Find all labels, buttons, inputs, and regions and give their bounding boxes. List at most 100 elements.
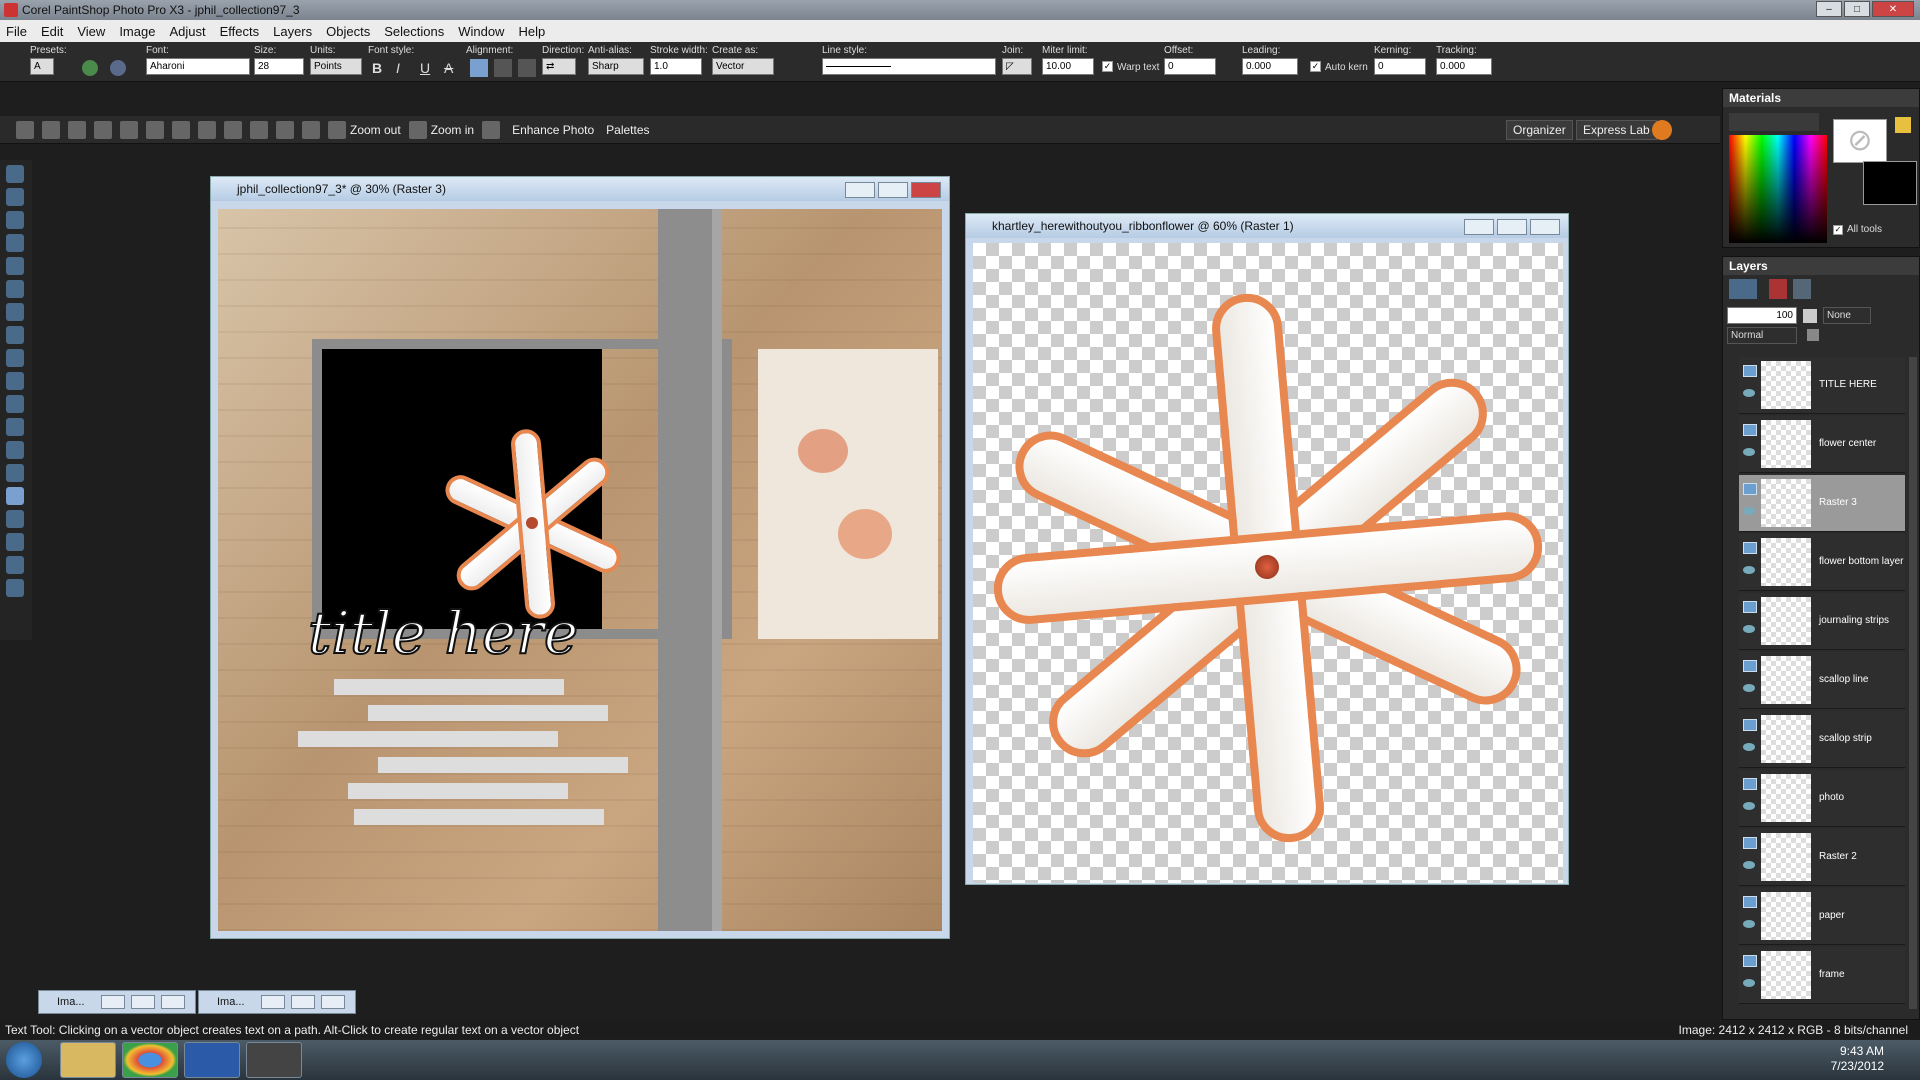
maximize-button[interactable] [291, 995, 315, 1009]
lock-icon[interactable] [1807, 329, 1819, 341]
strikethrough-button[interactable]: A [444, 60, 453, 76]
start-button[interactable] [6, 1042, 42, 1078]
visibility-icon[interactable] [1743, 389, 1755, 397]
selection-tool-icon[interactable] [6, 211, 24, 229]
undo-icon[interactable] [172, 120, 190, 139]
system-clock[interactable]: 9:43 AM 7/23/2012 [1831, 1044, 1884, 1074]
brush-icon[interactable] [1803, 309, 1817, 323]
presets-dropdown[interactable]: A [30, 58, 54, 75]
menu-view[interactable]: View [77, 24, 105, 39]
color-spectrum[interactable] [1729, 135, 1827, 243]
picture-tube-icon[interactable] [6, 441, 24, 459]
layer-properties-icon[interactable] [1793, 279, 1811, 299]
align-right-icon[interactable] [518, 59, 536, 77]
document-window-2[interactable]: khartley_herewithoutyou_ribbonflower @ 6… [965, 213, 1569, 885]
restore-button[interactable] [101, 995, 125, 1009]
menu-image[interactable]: Image [119, 24, 155, 39]
direction-dropdown[interactable]: ⇄ [542, 58, 576, 75]
explorer-taskbar-icon[interactable] [60, 1042, 116, 1078]
antialias-dropdown[interactable]: Sharp [588, 58, 644, 75]
align-center-icon[interactable] [494, 59, 512, 77]
info-icon[interactable] [302, 120, 320, 139]
units-dropdown[interactable]: Points [310, 58, 362, 75]
print-icon[interactable] [146, 120, 164, 139]
minimized-window-1[interactable]: Ima... [38, 990, 196, 1014]
menu-selections[interactable]: Selections [384, 24, 444, 39]
paintshop-taskbar-icon[interactable] [246, 1042, 302, 1078]
visibility-icon[interactable] [1743, 566, 1755, 574]
layer-row[interactable]: flower center [1739, 416, 1905, 473]
menu-adjust[interactable]: Adjust [169, 24, 205, 39]
minimized-window-2[interactable]: Ima... [198, 990, 356, 1014]
visibility-icon[interactable] [1743, 625, 1755, 633]
new-layer-icon[interactable] [1729, 279, 1757, 299]
straighten-tool-icon[interactable] [6, 280, 24, 298]
pen-tool-icon[interactable] [6, 533, 24, 551]
enhance-photo-menu[interactable]: Enhance Photo [512, 123, 594, 137]
zoom-out-button[interactable]: Zoom out [350, 123, 401, 137]
maximize-button[interactable]: □ [1844, 1, 1870, 17]
express-lab-button[interactable]: Express Lab [1576, 120, 1657, 140]
underline-button[interactable]: U [420, 60, 430, 76]
auto-kern-checkbox[interactable]: ✓ [1310, 61, 1321, 72]
visibility-icon[interactable] [1743, 743, 1755, 751]
dropper-tool-icon[interactable] [6, 234, 24, 252]
visibility-icon[interactable] [1743, 861, 1755, 869]
layer-row[interactable]: photo [1739, 770, 1905, 827]
zoom-tool-icon[interactable] [6, 165, 24, 183]
updates-icon[interactable] [1652, 120, 1672, 140]
organizer-button[interactable]: Organizer [1506, 120, 1573, 140]
palettes-menu[interactable]: Palettes [606, 123, 649, 137]
flip-icon[interactable] [250, 120, 268, 139]
foreground-swatch[interactable]: ⊘ [1833, 119, 1887, 163]
doc1-maximize-button[interactable] [878, 182, 908, 198]
visibility-icon[interactable] [1743, 507, 1755, 515]
brush-tool-icon[interactable] [6, 372, 24, 390]
document-1-titlebar[interactable]: jphil_collection97_3* @ 30% (Raster 3) [211, 177, 949, 201]
all-tools-checkbox[interactable]: ✓ [1833, 225, 1843, 235]
shape-tool-icon[interactable] [6, 510, 24, 528]
visibility-icon[interactable] [1743, 684, 1755, 692]
warp-tool-icon[interactable] [6, 556, 24, 574]
swatch-icon[interactable] [1895, 117, 1911, 133]
fill-tool-icon[interactable] [6, 464, 24, 482]
minimize-button[interactable]: – [1816, 1, 1842, 17]
blend-mode-dropdown[interactable]: Normal [1727, 327, 1797, 344]
save-as-icon[interactable] [120, 120, 138, 139]
visibility-icon[interactable] [1743, 802, 1755, 810]
offset-field[interactable]: 0 [1164, 58, 1216, 75]
menu-window[interactable]: Window [458, 24, 504, 39]
redo-icon[interactable] [198, 120, 216, 139]
maximize-button[interactable] [131, 995, 155, 1009]
layer-row[interactable]: TITLE HERE [1739, 357, 1905, 414]
mask-dropdown[interactable]: None [1823, 307, 1871, 324]
line-style-dropdown[interactable]: ⎯⎯⎯⎯⎯⎯⎯⎯⎯⎯⎯⎯⎯ [822, 58, 996, 75]
visibility-icon[interactable] [1743, 448, 1755, 456]
doc1-minimize-button[interactable] [845, 182, 875, 198]
zoom-in-icon[interactable] [408, 120, 427, 139]
warp-text-checkbox[interactable]: ✓ [1102, 61, 1113, 72]
doc2-close-button[interactable] [1530, 219, 1560, 235]
join-dropdown[interactable]: ◸ [1002, 58, 1032, 75]
kerning-field[interactable]: 0 [1374, 58, 1426, 75]
smudge-tool-icon[interactable] [6, 579, 24, 597]
apply-icon[interactable] [82, 60, 98, 76]
italic-button[interactable]: I [396, 60, 400, 76]
tracking-field[interactable]: 0.000 [1436, 58, 1492, 75]
opacity-field[interactable]: 100 [1727, 307, 1797, 324]
transparent-canvas[interactable] [973, 243, 1563, 883]
menu-edit[interactable]: Edit [41, 24, 63, 39]
close-button[interactable] [161, 995, 185, 1009]
background-swatch[interactable] [1863, 161, 1917, 205]
dodge-tool-icon[interactable] [6, 395, 24, 413]
layer-row[interactable]: paper [1739, 888, 1905, 945]
layer-row[interactable]: scallop strip [1739, 711, 1905, 768]
menu-file[interactable]: File [6, 24, 27, 39]
restore-button[interactable] [261, 995, 285, 1009]
miter-limit-field[interactable]: 10.00 [1042, 58, 1094, 75]
zoom-in-button[interactable]: Zoom in [431, 123, 474, 137]
visibility-icon[interactable] [1743, 979, 1755, 987]
move-tool-icon[interactable] [6, 188, 24, 206]
layer-row[interactable]: flower bottom layer [1739, 534, 1905, 591]
mirror-icon[interactable] [276, 120, 294, 139]
